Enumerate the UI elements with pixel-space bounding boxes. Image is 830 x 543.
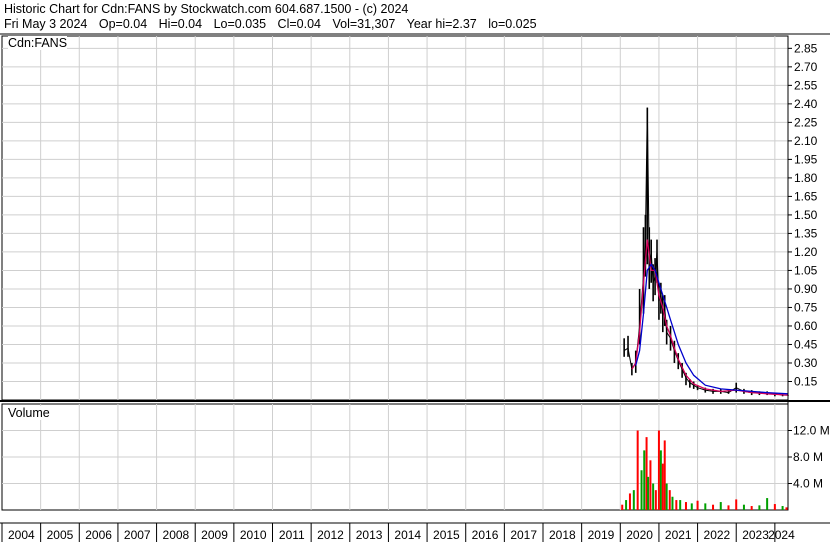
volume-bar (675, 500, 678, 510)
volume-bar (640, 470, 643, 510)
volume-bar (785, 507, 788, 510)
x-axis-tick-label: 2012 (317, 528, 344, 542)
price-y-tick-label: 0.15 (794, 374, 818, 388)
chart-canvas: 2004 2005 2006 2007 2008 2009 2010 2011 2012 2013… (0, 33, 830, 542)
volume-bar (742, 504, 745, 510)
volume-bar (696, 500, 699, 510)
x-axis-tick-label: 2022 (704, 528, 731, 542)
volume-y-tick-label: 8.0 M (793, 450, 823, 464)
price-y-tick-label: 2.25 (794, 115, 818, 129)
volume-bar (773, 504, 776, 510)
volume-bar (781, 506, 784, 510)
price-y-tick-label: 0.30 (794, 356, 818, 370)
price-y-tick-label: 0.90 (794, 282, 818, 296)
volume-bar (632, 490, 635, 510)
volume-bar (750, 506, 753, 510)
volume-bar (636, 430, 639, 510)
volume-bar (766, 498, 769, 510)
volume-bar (704, 503, 707, 510)
x-axis-tick-label: 2004 (8, 528, 35, 542)
volume-bar (621, 504, 624, 510)
volume-y-tick-label: 12.0 M (793, 424, 830, 438)
x-axis-tick-label: 2015 (433, 528, 460, 542)
price-y-tick-label: 1.80 (794, 171, 818, 185)
x-axis-tick-label: 2006 (85, 528, 112, 542)
volume-bar (690, 503, 693, 510)
price-y-tick-label: 0.45 (794, 337, 818, 351)
volume-bar (654, 490, 657, 510)
x-axis-tick-label: 2010 (240, 528, 267, 542)
volume-bar (659, 450, 662, 510)
price-y-tick-label: 1.20 (794, 245, 818, 259)
price-y-tick-label: 2.55 (794, 78, 818, 92)
price-y-tick-label: 1.95 (794, 152, 818, 166)
x-axis-tick-label: 2013 (356, 528, 383, 542)
volume-bar (668, 490, 671, 510)
x-axis-tick-label: 2021 (665, 528, 692, 542)
price-y-tick-label: 0.75 (794, 300, 818, 314)
volume-y-tick-label: 4.0 M (793, 477, 823, 491)
x-axis-tick-label: 2011 (279, 528, 305, 542)
volume-bar (758, 505, 761, 510)
x-axis-tick-label: 2016 (472, 528, 499, 542)
volume-bar (712, 504, 715, 510)
volume-bar (727, 505, 730, 510)
x-axis-tick-label: 2024 (768, 528, 795, 542)
x-axis-tick-label: 2009 (201, 528, 228, 542)
x-axis-tick-label: 2014 (394, 528, 421, 542)
volume-bar (649, 460, 652, 510)
x-axis-tick-label: 2020 (626, 528, 653, 542)
volume-bar (643, 450, 646, 510)
volume-bar (663, 440, 666, 510)
volume-bar (679, 500, 682, 510)
volume-panel-label: Volume (8, 406, 50, 420)
volume-bar (625, 500, 628, 510)
price-y-tick-label: 1.50 (794, 208, 818, 222)
x-axis-tick-label: 2019 (588, 528, 615, 542)
x-axis-tick-label: 2005 (47, 528, 74, 542)
price-y-tick-label: 1.05 (794, 263, 818, 277)
volume-bar (652, 483, 655, 510)
volume-bar (719, 502, 722, 510)
x-axis-tick-label: 2008 (163, 528, 190, 542)
volume-bar (628, 493, 631, 510)
price-y-tick-label: 2.40 (794, 97, 818, 111)
price-y-tick-label: 2.10 (794, 134, 818, 148)
price-y-tick-label: 2.85 (794, 41, 818, 55)
price-panel-label: Cdn:FANS (8, 36, 68, 50)
volume-bar (735, 499, 738, 510)
volume-bar (661, 463, 664, 510)
x-axis-tick-label: 2007 (124, 528, 151, 542)
chart-stage: Historic Chart for Cdn:FANS by Stockwatc… (0, 0, 830, 543)
volume-bar (647, 476, 650, 510)
x-axis-tick-label: 2017 (510, 528, 537, 542)
x-axis-tick-label: 2023 (742, 528, 769, 542)
volume-bar (684, 502, 687, 510)
volume-bar (671, 496, 674, 510)
price-y-tick-label: 1.35 (794, 226, 818, 240)
price-y-tick-label: 0.60 (794, 319, 818, 333)
price-y-tick-label: 1.65 (794, 189, 818, 203)
price-y-tick-label: 2.70 (794, 60, 818, 74)
volume-bar (665, 483, 668, 510)
volume-bar (657, 430, 660, 510)
x-axis-tick-label: 2018 (549, 528, 576, 542)
